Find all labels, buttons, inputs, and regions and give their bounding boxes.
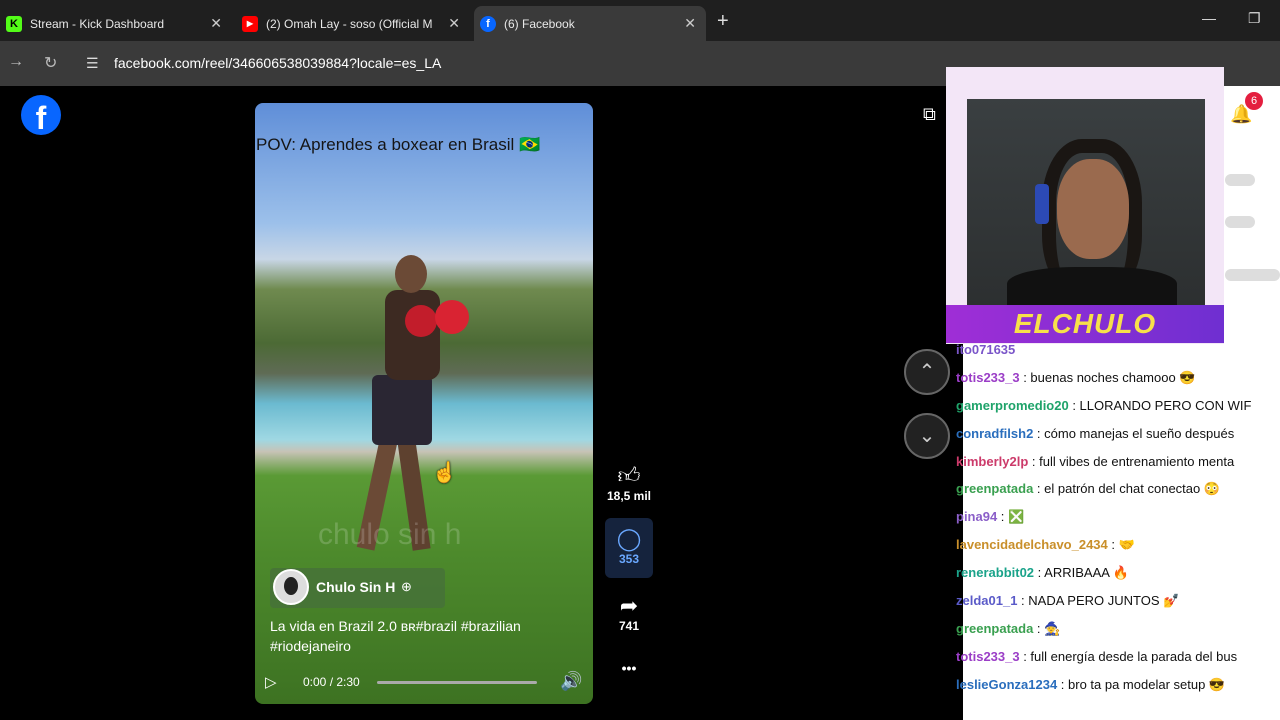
placeholder-bar <box>1225 174 1255 186</box>
volume-icon[interactable]: 🔊 <box>560 671 582 692</box>
chat-username[interactable]: conradfilsh2 <box>956 426 1033 441</box>
close-icon[interactable]: ✕ <box>448 15 460 32</box>
chat-username[interactable]: zelda01_1 <box>956 593 1017 608</box>
browser-tab-bar: K Stream - Kick Dashboard ✕ ▶ (2) Omah L… <box>0 0 1280 41</box>
chat-message: totis233_3 : full energía desde la parad… <box>956 643 1280 671</box>
chat-message: gamerpromedio20 : LLORANDO PERO CON WIF <box>956 392 1280 420</box>
chat-message: zelda01_1 : NADA PERO JUNTOS 💅 <box>956 587 1280 615</box>
globe-icon: ⊕ <box>401 579 412 594</box>
author-avatar[interactable] <box>273 569 309 605</box>
comment-count: 353 <box>618 552 640 566</box>
like-count: 18,5 mil <box>606 489 652 503</box>
chat-message: leslieGonza1234 : bro ta pa modelar setu… <box>956 671 1280 699</box>
video-watermark: chulo sin h <box>318 518 462 551</box>
placeholder-bar <box>1225 216 1255 228</box>
chat-message: greenpatada : 🧙 <box>956 615 1280 643</box>
kick-icon: K <box>6 15 22 32</box>
share-button[interactable]: ➦ 741 <box>605 593 653 643</box>
video-progress-bar[interactable] <box>377 681 537 684</box>
next-reel-button[interactable]: ⌄ <box>904 413 950 459</box>
chat-message: kimberly2lp : full vibes de entrenamient… <box>956 448 1280 476</box>
video-time: 0:00 / 2:30 <box>303 675 360 689</box>
tab-facebook[interactable]: f (6) Facebook ✕ <box>474 6 706 41</box>
share-count: 741 <box>618 619 640 633</box>
chat-text: : 🤝 <box>1107 537 1135 553</box>
chat-text: : NADA PERO JUNTOS 💅 <box>1017 593 1180 609</box>
url-field[interactable]: facebook.com/reel/346606538039884?locale… <box>114 55 441 71</box>
chat-message: lavencidadelchavo_2434 : 🤝 <box>956 531 1280 559</box>
tab-title: Stream - Kick Dashboard <box>30 16 165 31</box>
chat-username[interactable]: pina94 <box>956 509 997 524</box>
headset-icon <box>1035 184 1049 224</box>
chat-username[interactable]: ito071635 <box>956 342 1015 357</box>
chat-text: : el patrón del chat conectao 😳 <box>1033 481 1221 497</box>
reel-caption: La vida en Brazil 2.0 ʙʀ#brazil #brazili… <box>270 618 521 654</box>
maximize-icon[interactable]: ❐ <box>1248 10 1261 27</box>
more-options-button[interactable]: ••• <box>605 660 653 682</box>
chat-username[interactable]: renerabbit02 <box>956 565 1034 580</box>
chat-message: renerabbit02 : ARRIBAAA 🔥 <box>956 559 1280 587</box>
chat-text: : 🧙 <box>1033 620 1061 636</box>
chat-text: : full energía desde la parada del bus <box>1019 648 1238 664</box>
facebook-logo[interactable]: f <box>21 95 61 136</box>
notification-badge: 6 <box>1245 92 1263 110</box>
like-button[interactable]: 👍︎ 18,5 mil <box>605 462 653 512</box>
chat-message: pina94 : ❎ <box>956 503 1280 531</box>
webcam-feed <box>967 99 1205 309</box>
comment-icon: ◯ <box>616 526 642 551</box>
facebook-icon: f <box>480 15 496 32</box>
tab-title: (6) Facebook <box>504 16 575 31</box>
close-icon[interactable]: ✕ <box>684 15 696 32</box>
close-icon[interactable]: ✕ <box>210 15 222 32</box>
site-info-icon[interactable]: ☰ <box>86 55 99 72</box>
new-tab-button[interactable]: + <box>717 10 729 33</box>
chat-username[interactable]: kimberly2lp <box>956 454 1028 469</box>
tab-kick-dashboard[interactable]: K Stream - Kick Dashboard ✕ <box>0 6 232 41</box>
hand-cursor-icon: ☝ <box>432 462 457 484</box>
webcam-overlay: ELCHULO <box>946 67 1224 344</box>
chat-text: : buenas noches chamooo 😎 <box>1019 369 1196 385</box>
chat-username[interactable]: greenpatada <box>956 621 1033 636</box>
thumbs-up-icon: 👍︎ <box>617 463 641 488</box>
chat-username[interactable]: leslieGonza1234 <box>956 677 1057 692</box>
play-icon[interactable]: ▷ <box>265 673 277 691</box>
previous-reel-button[interactable]: ⌃ <box>904 349 950 395</box>
chat-username[interactable]: totis233_3 <box>956 370 1020 385</box>
chat-text: : bro ta pa modelar setup 😎 <box>1057 676 1226 692</box>
reload-icon[interactable]: ↻ <box>44 53 57 73</box>
placeholder-bar <box>1225 269 1280 281</box>
chat-message: greenpatada : el patrón del chat conecta… <box>956 475 1280 503</box>
chat-text: : full vibes de entrenamiento menta <box>1028 453 1235 469</box>
minimize-icon[interactable]: — <box>1202 10 1216 26</box>
comment-button[interactable]: ◯ 353 <box>605 518 653 578</box>
chat-message: totis233_3 : buenas noches chamooo 😎 <box>956 364 1280 392</box>
chat-messages: ito071635 totis233_3 : buenas noches cha… <box>956 336 1280 699</box>
chat-message: conradfilsh2 : cómo manejas el sueño des… <box>956 420 1280 448</box>
chat-text: : ❎ <box>997 509 1025 525</box>
tab-title: (2) Omah Lay - soso (Official M <box>266 16 433 31</box>
chat-text: : ARRIBAAA 🔥 <box>1034 565 1129 581</box>
author-name[interactable]: Chulo Sin H <box>316 579 395 595</box>
chat-username[interactable]: greenpatada <box>956 481 1033 496</box>
chat-text: : LLORANDO PERO CON WIF <box>1068 397 1252 413</box>
reels-switch-icon[interactable]: ⧉ <box>923 104 936 125</box>
chat-username[interactable]: gamerpromedio20 <box>956 398 1069 413</box>
more-icon: ••• <box>621 660 637 676</box>
chat-username[interactable]: totis233_3 <box>956 649 1020 664</box>
chat-text: : cómo manejas el sueño después <box>1033 425 1235 441</box>
chat-username[interactable]: lavencidadelchavo_2434 <box>956 537 1108 552</box>
reel-overlay-title: POV: Aprendes a boxear en Brasil 🇧🇷 <box>256 135 541 154</box>
chat-message: ito071635 <box>956 336 1280 364</box>
forward-icon[interactable]: → <box>8 53 24 71</box>
share-icon: ➦ <box>619 593 639 618</box>
tab-youtube[interactable]: ▶ (2) Omah Lay - soso (Official M ✕ <box>236 6 470 41</box>
youtube-icon: ▶ <box>242 15 258 32</box>
